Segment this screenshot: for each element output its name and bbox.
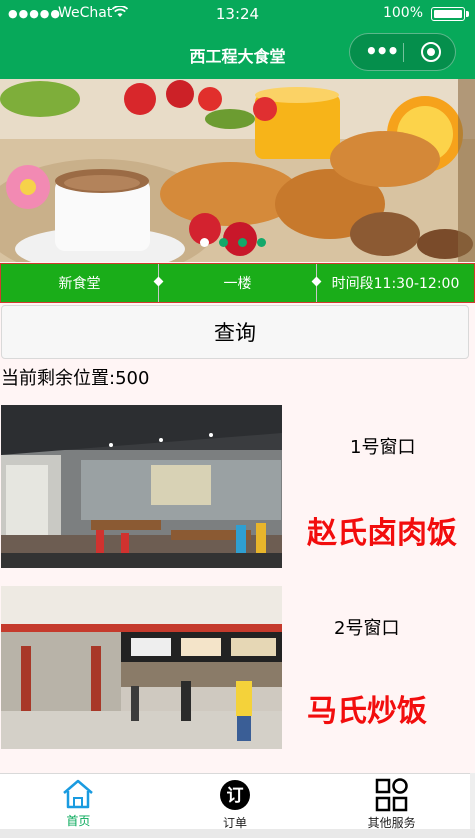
tab-services[interactable]: 其他服务	[313, 774, 470, 830]
carousel-dot[interactable]	[238, 238, 247, 247]
tab-home-label: 首页	[66, 814, 91, 828]
grid-icon	[375, 778, 409, 812]
window-card[interactable]: 2号窗口 马氏炒饭	[0, 586, 475, 749]
banner-image	[0, 79, 475, 262]
carousel-dot[interactable]	[200, 238, 209, 247]
banner-carousel[interactable]	[0, 79, 475, 262]
order-icon: 订	[218, 778, 252, 812]
floor-picker[interactable]: 一楼	[159, 264, 322, 302]
window-dish-name: 马氏炒饭	[307, 694, 427, 729]
window-number: 2号窗口	[334, 618, 400, 639]
capsule-divider	[403, 43, 404, 62]
nav-header: ●●●●● WeChat 13:24 100% 西工程大食堂 •••	[0, 0, 475, 79]
carousel-dot[interactable]	[257, 238, 266, 247]
floor-picker-label: 一楼	[223, 276, 252, 292]
battery-percent: 100%	[382, 5, 423, 21]
time-slot-picker-label: 时间段11:30-12:00	[331, 276, 460, 292]
query-button-label: 查询	[214, 321, 256, 345]
window-photo	[1, 586, 282, 749]
canteen-picker[interactable]: 新食堂	[1, 264, 164, 302]
status-bar: ●●●●● WeChat 13:24 100%	[0, 0, 475, 28]
tab-bar: 首页 订 订单 其他服务	[0, 773, 470, 830]
canteen-picker-label: 新食堂	[58, 276, 101, 292]
time-slot-picker[interactable]: 时间段11:30-12:00	[317, 264, 474, 302]
ellipsis-icon[interactable]: •••	[365, 41, 399, 61]
window-number: 1号窗口	[350, 437, 416, 458]
bottom-strip	[0, 829, 475, 838]
filter-picker-row: 新食堂 一楼 时间段11:30-12:00	[0, 263, 475, 303]
tab-orders[interactable]: 订 订单	[157, 774, 314, 830]
query-button[interactable]: 查询	[1, 305, 469, 359]
remaining-seats-text: 当前剩余位置:500	[1, 368, 150, 389]
menu-capsule: •••	[349, 33, 456, 71]
window-photo	[1, 405, 282, 568]
window-dish-name: 赵氏卤肉饭	[307, 516, 457, 551]
window-card[interactable]: 1号窗口 赵氏卤肉饭	[0, 405, 475, 568]
carousel-dot[interactable]	[219, 238, 228, 247]
battery-icon	[431, 7, 469, 21]
tab-home[interactable]: 首页	[0, 774, 157, 829]
carousel-indicator	[200, 238, 266, 247]
edge-strip	[470, 773, 475, 829]
remaining-seats: 当前剩余位置:500	[1, 364, 149, 390]
home-icon	[61, 778, 95, 810]
target-icon[interactable]	[421, 42, 441, 62]
svg-text:订: 订	[227, 786, 244, 806]
